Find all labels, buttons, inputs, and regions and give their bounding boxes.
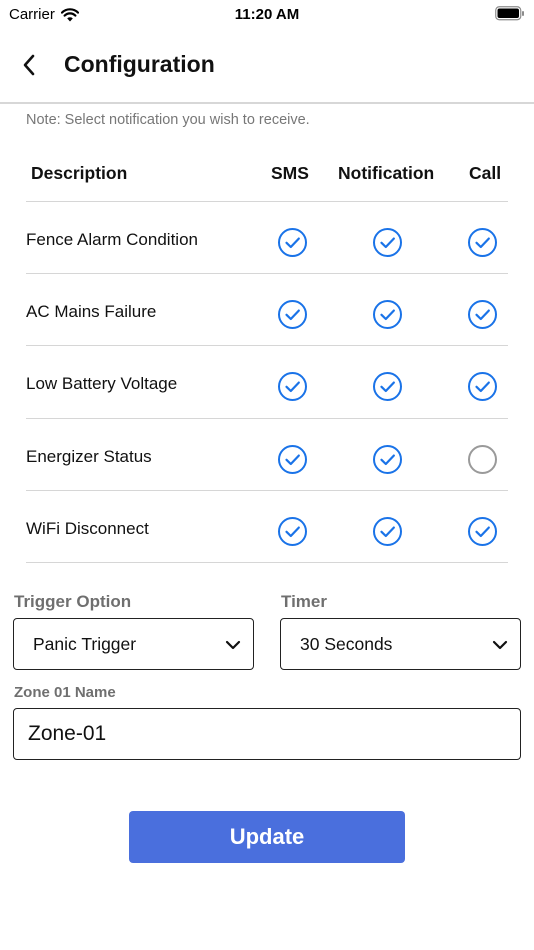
timer-value: 30 Seconds — [300, 634, 393, 654]
table-row: Low Battery Voltage — [26, 346, 508, 419]
checked-circle-icon[interactable] — [372, 444, 403, 475]
column-header-call: Call — [469, 163, 502, 183]
unchecked-circle-icon[interactable] — [467, 444, 498, 475]
checked-circle-icon[interactable] — [277, 299, 308, 330]
checked-circle-icon[interactable] — [372, 299, 403, 330]
nav-divider — [0, 102, 534, 104]
row-label: Low Battery Voltage — [26, 374, 178, 394]
checked-circle-icon[interactable] — [467, 516, 498, 547]
table-header: Description SMS Notification Call — [26, 150, 508, 202]
checked-circle-icon[interactable] — [277, 444, 308, 475]
notification-table: Description SMS Notification Call Fence … — [26, 150, 508, 563]
timer-label: Timer — [281, 592, 327, 611]
checked-circle-icon[interactable] — [277, 227, 308, 258]
checked-circle-icon[interactable] — [277, 516, 308, 547]
table-row: WiFi Disconnect — [26, 491, 508, 563]
checked-circle-icon[interactable] — [467, 227, 498, 258]
checked-circle-icon[interactable] — [372, 227, 403, 258]
chevron-left-icon — [23, 54, 35, 76]
trigger-option-select[interactable]: Panic Trigger — [13, 618, 254, 670]
checked-circle-icon[interactable] — [372, 516, 403, 547]
chevron-down-icon — [225, 640, 241, 650]
row-label: WiFi Disconnect — [26, 518, 149, 538]
zone-name-label: Zone 01 Name — [14, 684, 116, 701]
nav-bar: Configuration — [0, 38, 534, 92]
status-bar: Carrier 11:20 AM — [0, 0, 534, 30]
table-row: Energizer Status — [26, 419, 508, 491]
page-title: Configuration — [64, 51, 215, 77]
row-label: Fence Alarm Condition — [26, 230, 198, 249]
zone-name-input[interactable] — [13, 708, 521, 760]
trigger-option-value: Panic Trigger — [33, 634, 137, 654]
back-button[interactable] — [14, 51, 44, 79]
checked-circle-icon[interactable] — [372, 371, 403, 402]
row-label: Energizer Status — [26, 446, 152, 466]
column-header-sms: SMS — [271, 163, 309, 183]
chevron-down-icon — [492, 640, 508, 650]
checked-circle-icon[interactable] — [277, 371, 308, 402]
checked-circle-icon[interactable] — [467, 299, 498, 330]
checked-circle-icon[interactable] — [467, 371, 498, 402]
battery-icon — [495, 6, 524, 21]
note-text: Note: Select notification you wish to re… — [26, 112, 310, 128]
table-row: AC Mains Failure — [26, 274, 508, 347]
update-button[interactable]: Update — [129, 811, 405, 863]
trigger-option-label: Trigger Option — [14, 592, 132, 611]
timer-select[interactable]: 30 Seconds — [280, 618, 521, 670]
column-header-notification: Notification — [338, 163, 435, 183]
column-header-description: Description — [31, 163, 128, 183]
table-row: Fence Alarm Condition — [26, 202, 508, 275]
status-time: 11:20 AM — [234, 6, 300, 23]
row-label: AC Mains Failure — [26, 302, 157, 322]
